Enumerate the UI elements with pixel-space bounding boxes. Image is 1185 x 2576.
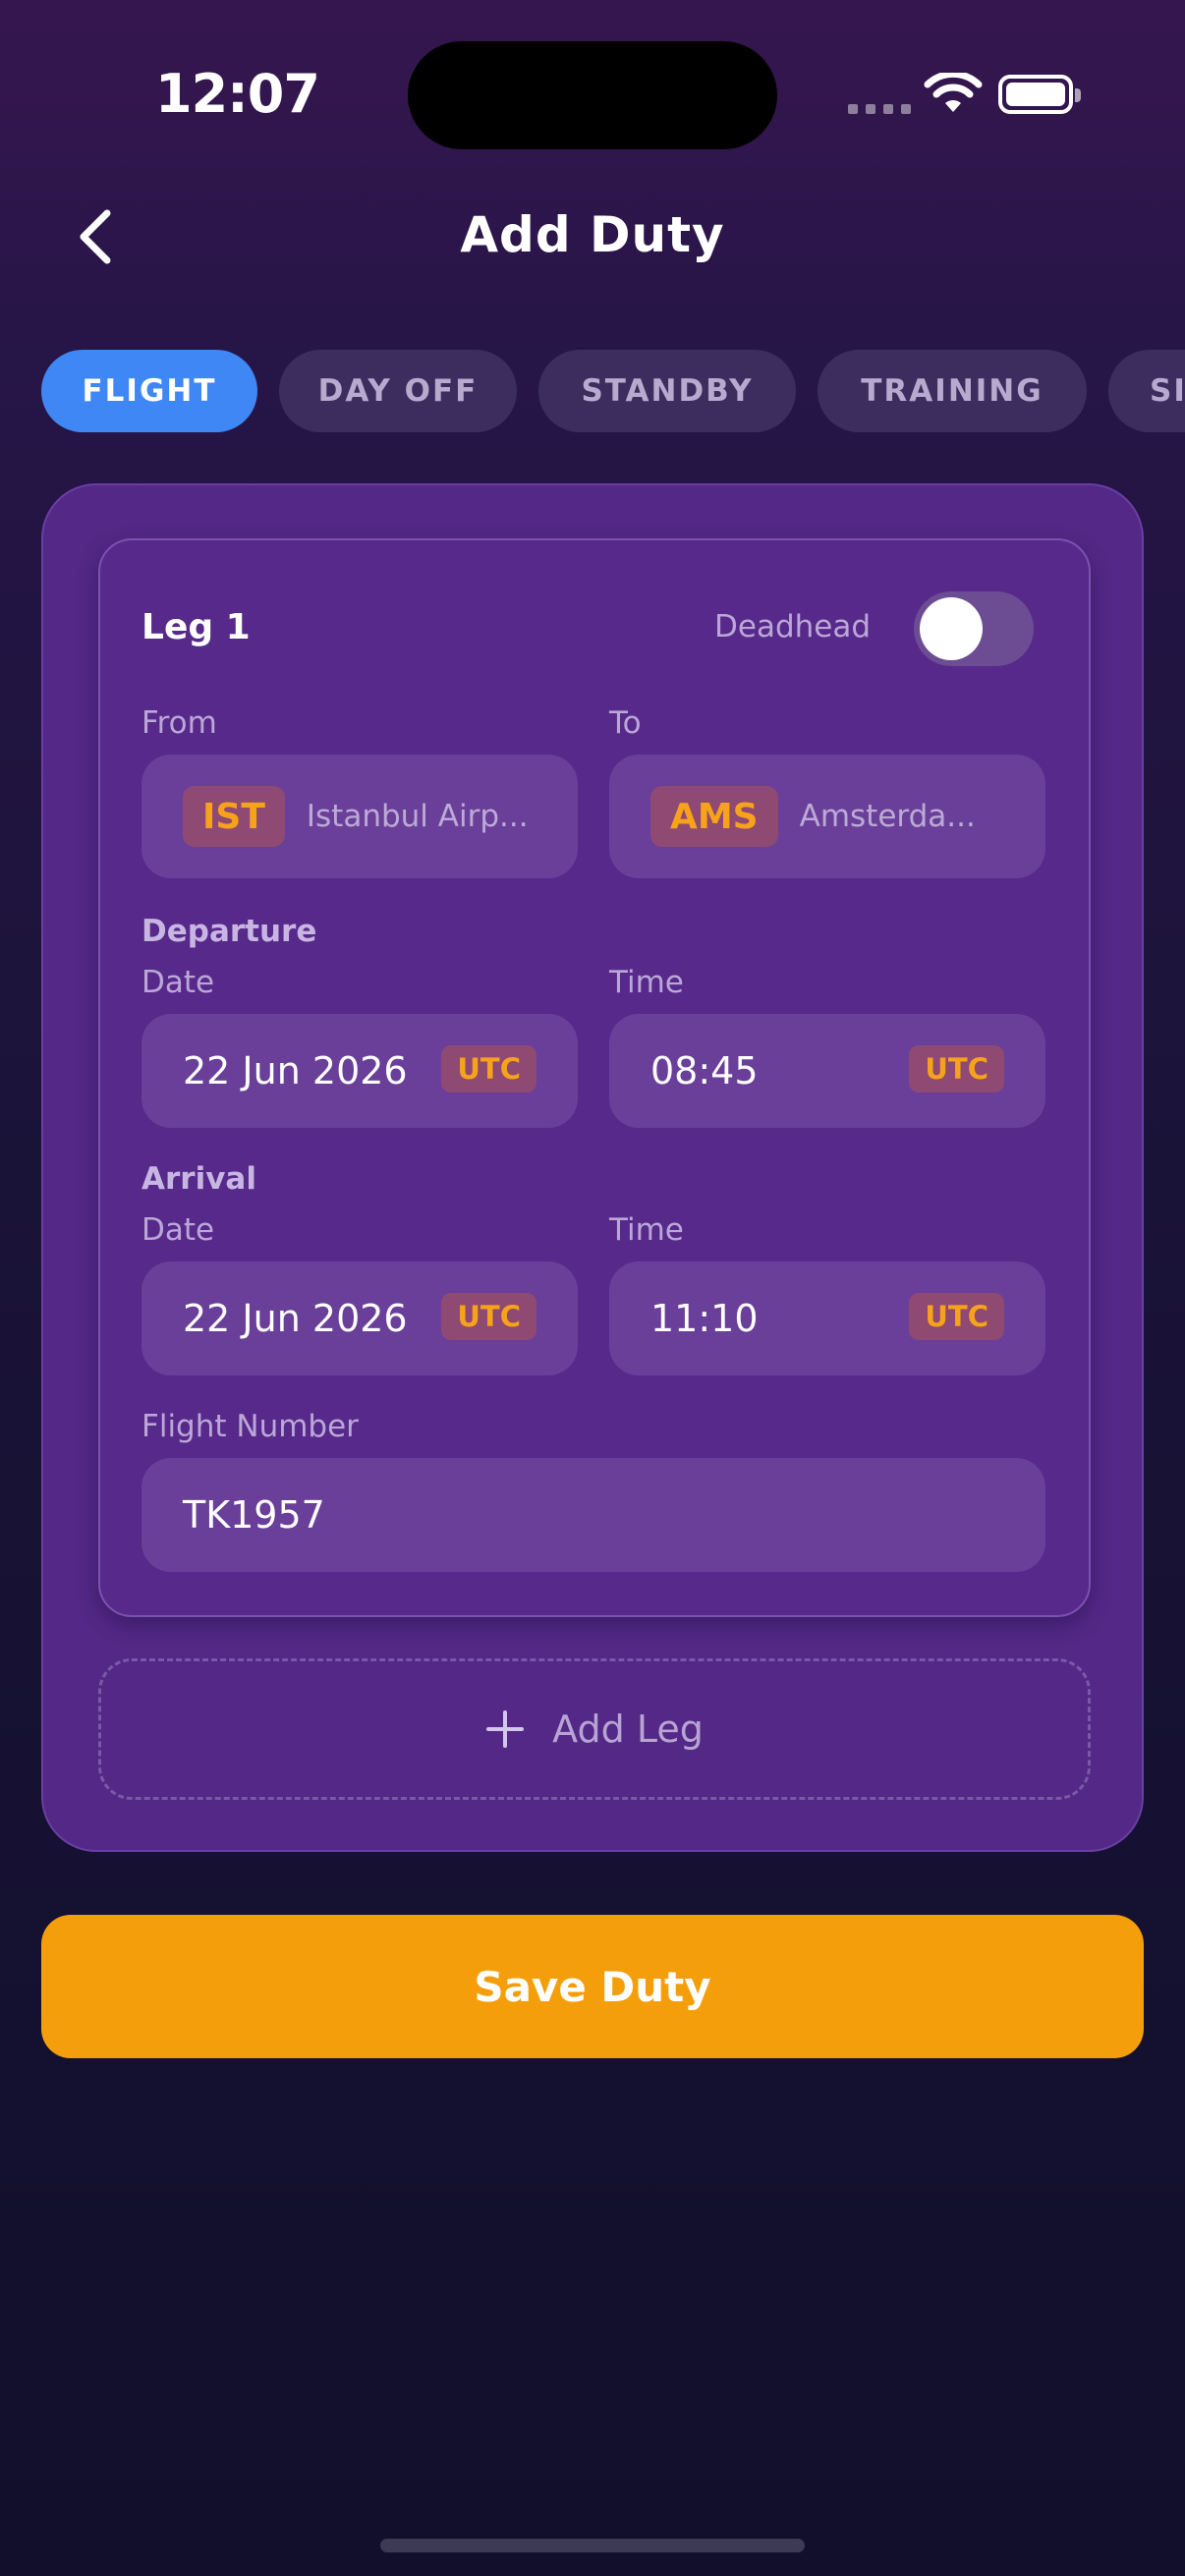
flight-number-label: Flight Number — [141, 1409, 359, 1444]
duty-type-tabs: FLIGHT DAY OFF STANDBY TRAINING SIM — [41, 350, 1185, 432]
from-airport-field[interactable]: IST Istanbul Airp... — [141, 755, 578, 878]
wifi-icon — [924, 73, 983, 112]
from-airport-code: IST — [183, 786, 285, 847]
save-duty-button[interactable]: Save Duty — [41, 1915, 1144, 2058]
to-airport-name: Amsterda... — [799, 799, 976, 834]
home-indicator — [380, 2539, 805, 2552]
timezone-badge: UTC — [909, 1293, 1004, 1340]
cellular-signal-icon — [848, 104, 911, 114]
leg-card: Leg 1 Deadhead From To IST Istanbul Airp… — [98, 538, 1091, 1617]
flight-number-input[interactable]: TK1957 — [141, 1458, 1045, 1572]
departure-date-field[interactable]: 22 Jun 2026 UTC — [141, 1014, 578, 1128]
status-bar: 12:07 — [0, 0, 1185, 196]
add-leg-button[interactable]: Add Leg — [98, 1658, 1091, 1800]
departure-section-label: Departure — [141, 914, 317, 949]
departure-time-label: Time — [609, 965, 684, 1000]
status-time: 12:07 — [155, 63, 320, 125]
toggle-knob — [920, 597, 983, 660]
departure-date-value: 22 Jun 2026 — [183, 1049, 408, 1092]
tab-training[interactable]: TRAINING — [818, 350, 1087, 432]
to-airport-code: AMS — [650, 786, 778, 847]
departure-time-value: 08:45 — [650, 1049, 759, 1092]
from-label: From — [141, 705, 217, 741]
departure-date-label: Date — [141, 965, 215, 1000]
tab-sim[interactable]: SIM — [1108, 350, 1185, 432]
from-airport-name: Istanbul Airp... — [306, 799, 529, 834]
arrival-time-value: 11:10 — [650, 1297, 759, 1340]
page-title: Add Duty — [460, 206, 725, 263]
timezone-badge: UTC — [441, 1293, 536, 1340]
arrival-time-field[interactable]: 11:10 UTC — [609, 1261, 1045, 1375]
deadhead-label: Deadhead — [714, 609, 872, 644]
timezone-badge: UTC — [441, 1045, 536, 1092]
duty-form-card: Leg 1 Deadhead From To IST Istanbul Airp… — [41, 483, 1144, 1852]
tab-flight[interactable]: FLIGHT — [41, 350, 257, 432]
to-label: To — [609, 705, 642, 741]
to-airport-field[interactable]: AMS Amsterda... — [609, 755, 1045, 878]
arrival-date-value: 22 Jun 2026 — [183, 1297, 408, 1340]
leg-title: Leg 1 — [141, 607, 251, 647]
arrival-date-field[interactable]: 22 Jun 2026 UTC — [141, 1261, 578, 1375]
tab-day-off[interactable]: DAY OFF — [279, 350, 517, 432]
battery-icon — [998, 75, 1081, 114]
dynamic-island — [408, 41, 777, 149]
arrival-date-label: Date — [141, 1212, 215, 1248]
tab-standby[interactable]: STANDBY — [538, 350, 796, 432]
departure-time-field[interactable]: 08:45 UTC — [609, 1014, 1045, 1128]
deadhead-toggle[interactable] — [914, 591, 1034, 666]
add-leg-label: Add Leg — [552, 1708, 704, 1751]
plus-icon — [486, 1710, 525, 1748]
flight-number-value: TK1957 — [183, 1493, 325, 1537]
arrival-time-label: Time — [609, 1212, 684, 1248]
arrival-section-label: Arrival — [141, 1161, 256, 1197]
timezone-badge: UTC — [909, 1045, 1004, 1092]
